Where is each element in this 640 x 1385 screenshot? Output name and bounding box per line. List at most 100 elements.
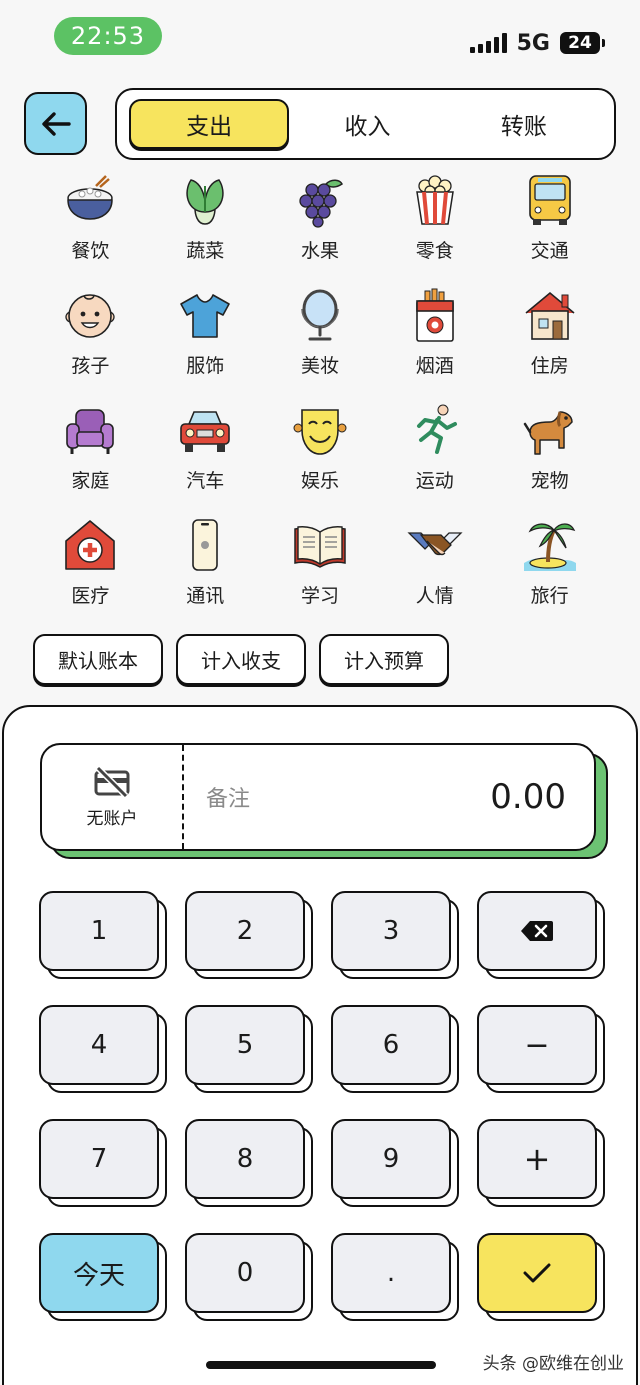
- category-travel[interactable]: 旅行: [492, 517, 607, 613]
- category-label: 旅行: [530, 585, 569, 607]
- today-key[interactable]: 今天: [39, 1233, 167, 1321]
- key-1[interactable]: 1: [39, 891, 167, 979]
- key-7[interactable]: 7: [39, 1119, 167, 1207]
- key-8[interactable]: 8: [185, 1119, 313, 1207]
- option-chips: 默认账本 计入收支 计入预算: [33, 634, 449, 685]
- key-2[interactable]: 2: [185, 891, 313, 979]
- category-label: 通讯: [186, 585, 225, 607]
- category-label: 运动: [415, 470, 454, 492]
- category-clothing[interactable]: 服饰: [148, 287, 263, 383]
- include-income-expense-chip[interactable]: 计入收支: [176, 634, 306, 685]
- category-label: 娱乐: [300, 470, 339, 492]
- key-6[interactable]: 6: [331, 1005, 459, 1093]
- bus-icon: [522, 172, 578, 228]
- category-label: 医疗: [71, 585, 110, 607]
- category-label: 人情: [415, 585, 454, 607]
- account-selector[interactable]: 无账户: [42, 745, 184, 849]
- category-household[interactable]: 家庭: [33, 402, 148, 498]
- ledger-chip[interactable]: 默认账本: [33, 634, 163, 685]
- amount-card: 无账户 备注 0.00: [40, 743, 608, 859]
- type-tabs: 支出 收入 转账: [115, 88, 616, 160]
- category-label: 学习: [300, 585, 339, 607]
- key-0[interactable]: 0: [185, 1233, 313, 1321]
- phone-icon: [177, 517, 233, 573]
- category-snacks[interactable]: 零食: [377, 172, 492, 268]
- category-pets[interactable]: 宠物: [492, 402, 607, 498]
- mirror-icon: [292, 287, 348, 343]
- minus-key[interactable]: −: [477, 1005, 605, 1093]
- category-transport[interactable]: 交通: [492, 172, 607, 268]
- status-indicators: 5G 24: [469, 28, 605, 58]
- car-icon: [177, 402, 233, 458]
- key-9[interactable]: 9: [331, 1119, 459, 1207]
- key-5[interactable]: 5: [185, 1005, 313, 1093]
- rice-bowl-icon: [62, 172, 118, 228]
- keypad: 1 2 3 4 5 6 − 7 8 9 + 今天 0 .: [39, 891, 605, 1321]
- category-entertainment[interactable]: 娱乐: [263, 402, 378, 498]
- category-dining[interactable]: 餐饮: [33, 172, 148, 268]
- category-label: 水果: [300, 240, 339, 262]
- key-3[interactable]: 3: [331, 891, 459, 979]
- signal-icon: [469, 33, 507, 53]
- category-fruit[interactable]: 水果: [263, 172, 378, 268]
- category-label: 美妆: [300, 355, 339, 377]
- grapes-icon: [292, 172, 348, 228]
- category-label: 交通: [530, 240, 569, 262]
- network-type: 5G: [516, 30, 550, 56]
- category-label: 零食: [415, 240, 454, 262]
- category-label: 宠物: [530, 470, 569, 492]
- tab-income[interactable]: 收入: [289, 99, 445, 149]
- category-label: 蔬菜: [186, 240, 225, 262]
- category-label: 家庭: [71, 470, 110, 492]
- category-label: 住房: [530, 355, 569, 377]
- theater-mask-icon: [292, 402, 348, 458]
- category-social-gifts[interactable]: 人情: [377, 517, 492, 613]
- backspace-icon: [521, 921, 553, 941]
- open-book-icon: [292, 517, 348, 573]
- bok-choy-icon: [177, 172, 233, 228]
- tshirt-icon: [177, 287, 233, 343]
- category-study[interactable]: 学习: [263, 517, 378, 613]
- account-label: 无账户: [86, 808, 138, 829]
- status-time: 22:53: [54, 17, 162, 55]
- memo-field[interactable]: 备注: [184, 781, 490, 813]
- house-icon: [522, 287, 578, 343]
- category-label: 服饰: [186, 355, 225, 377]
- amount-display: 0.00: [490, 777, 566, 817]
- backspace-key[interactable]: [477, 891, 605, 979]
- tab-expense[interactable]: 支出: [129, 99, 290, 149]
- category-label: 汽车: [186, 470, 225, 492]
- back-button[interactable]: [24, 92, 87, 155]
- hospital-icon: [62, 517, 118, 573]
- running-person-icon: [407, 402, 463, 458]
- home-indicator[interactable]: [206, 1361, 436, 1369]
- cigarette-pack-icon: [407, 287, 463, 343]
- category-sports[interactable]: 运动: [377, 402, 492, 498]
- category-label: 孩子: [71, 355, 110, 377]
- category-medical[interactable]: 医疗: [33, 517, 148, 613]
- include-budget-chip[interactable]: 计入预算: [319, 634, 449, 685]
- category-telecom[interactable]: 通讯: [148, 517, 263, 613]
- palm-tree-icon: [522, 517, 578, 573]
- entry-panel: 无账户 备注 0.00 1 2 3 4 5 6 − 7 8 9 + 今天 0 .: [2, 705, 638, 1385]
- category-label: 餐饮: [71, 240, 110, 262]
- tab-transfer[interactable]: 转账: [446, 99, 602, 149]
- category-children[interactable]: 孩子: [33, 287, 148, 383]
- armchair-icon: [62, 402, 118, 458]
- handshake-icon: [407, 517, 463, 573]
- dog-icon: [522, 402, 578, 458]
- plus-key[interactable]: +: [477, 1119, 605, 1207]
- confirm-key[interactable]: [477, 1233, 605, 1321]
- popcorn-icon: [407, 172, 463, 228]
- battery-icon: 24: [560, 32, 605, 54]
- category-grid: 餐饮 蔬菜 水果 零食 交通 孩子 服饰 美妆 烟酒 住房 家庭 汽车 娱乐 运…: [33, 172, 607, 613]
- category-cosmetics[interactable]: 美妆: [263, 287, 378, 383]
- category-tobacco-alcohol[interactable]: 烟酒: [377, 287, 492, 383]
- key-4[interactable]: 4: [39, 1005, 167, 1093]
- category-housing[interactable]: 住房: [492, 287, 607, 383]
- baby-face-icon: [62, 287, 118, 343]
- category-vegetables[interactable]: 蔬菜: [148, 172, 263, 268]
- category-car[interactable]: 汽车: [148, 402, 263, 498]
- decimal-key[interactable]: .: [331, 1233, 459, 1321]
- arrow-left-icon: [41, 111, 71, 136]
